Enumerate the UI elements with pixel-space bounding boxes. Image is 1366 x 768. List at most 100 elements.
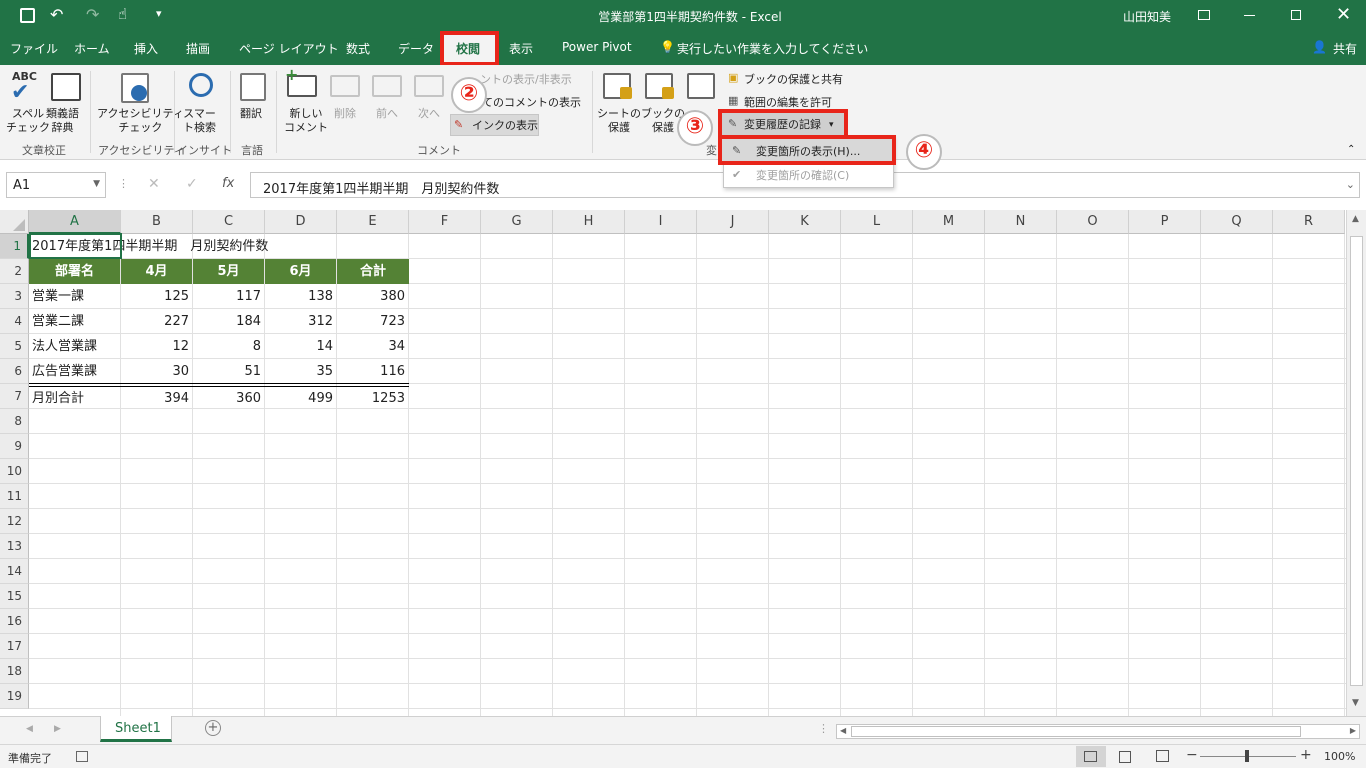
column-header-B[interactable]: B [121, 210, 193, 234]
tab-split-icon[interactable]: ⋮ [818, 722, 829, 735]
header-june[interactable]: 6月 [265, 259, 336, 284]
column-header-R[interactable]: R [1273, 210, 1345, 234]
horizontal-scroll-thumb[interactable] [851, 726, 1301, 737]
column-header-M[interactable]: M [913, 210, 985, 234]
row-header-3[interactable]: 3 [0, 284, 29, 309]
row-label-cell[interactable]: 広告営業課 [29, 359, 121, 384]
tab-home[interactable]: ホーム [74, 40, 110, 57]
prev-sheet-icon[interactable]: ◀ [26, 724, 33, 734]
share-button[interactable]: 共有 [1333, 40, 1357, 57]
value-cell[interactable]: 125 [121, 284, 193, 309]
sheet-tab[interactable]: Sheet1 [100, 716, 172, 742]
minimize-icon[interactable] [1244, 15, 1255, 16]
column-header-I[interactable]: I [625, 210, 697, 234]
translate-button[interactable]: 翻訳 [240, 107, 262, 121]
row-header-16[interactable]: 16 [0, 609, 29, 634]
value-cell[interactable]: 1253 [337, 386, 409, 411]
page-break-view-icon[interactable] [1156, 750, 1169, 762]
tab-insert[interactable]: 挿入 [134, 40, 158, 57]
column-header-N[interactable]: N [985, 210, 1057, 234]
tab-power-pivot[interactable]: Power Pivot [562, 40, 632, 54]
row-header-5[interactable]: 5 [0, 334, 29, 359]
scroll-right-icon[interactable]: ▶ [1350, 726, 1356, 735]
header-may[interactable]: 5月 [193, 259, 264, 284]
vertical-scroll-thumb[interactable] [1350, 236, 1363, 686]
row-header-11[interactable]: 11 [0, 484, 29, 509]
value-cell[interactable]: 394 [121, 386, 193, 411]
confirm-entry-icon[interactable]: ✓ [186, 176, 198, 192]
user-name[interactable]: 山田知美 [1123, 8, 1171, 25]
value-cell[interactable]: 723 [337, 309, 409, 334]
tab-formulas[interactable]: 数式 [346, 40, 370, 57]
vertical-scrollbar[interactable]: ▲ ▼ [1346, 210, 1366, 716]
row-header-12[interactable]: 12 [0, 509, 29, 534]
new-comment-button[interactable]: 新しい コメント [284, 107, 328, 135]
column-header-J[interactable]: J [697, 210, 769, 234]
insert-function-icon[interactable]: fx [222, 176, 234, 191]
row-header-1[interactable]: 1 [0, 234, 29, 259]
column-header-P[interactable]: P [1129, 210, 1201, 234]
value-cell[interactable]: 51 [193, 359, 265, 384]
toggle-comment-button[interactable]: ントの表示/非表示 [480, 73, 572, 87]
row-header-10[interactable]: 10 [0, 459, 29, 484]
value-cell[interactable]: 227 [121, 309, 193, 334]
row-header-13[interactable]: 13 [0, 534, 29, 559]
row-label-cell[interactable]: 営業二課 [29, 309, 121, 334]
row-header-6[interactable]: 6 [0, 359, 29, 384]
zoom-in-icon[interactable]: + [1300, 747, 1312, 763]
value-cell[interactable]: 30 [121, 359, 193, 384]
thesaurus-button[interactable]: 類義語 辞典 [46, 107, 79, 135]
zoom-level[interactable]: 100% [1324, 750, 1355, 763]
column-header-Q[interactable]: Q [1201, 210, 1273, 234]
scroll-down-icon[interactable]: ▼ [1352, 698, 1359, 708]
header-total[interactable]: 合計 [337, 259, 409, 284]
column-header-K[interactable]: K [769, 210, 841, 234]
prev-comment-button[interactable]: 前へ [376, 107, 398, 121]
accessibility-check-button[interactable]: アクセシビリティ チェック [97, 107, 184, 135]
page-layout-view-icon[interactable] [1119, 751, 1131, 763]
ribbon-display-icon[interactable] [1198, 10, 1210, 20]
row-label-cell[interactable]: 月別合計 [29, 386, 121, 411]
value-cell[interactable]: 34 [337, 334, 409, 359]
cancel-entry-icon[interactable]: ✕ [148, 176, 160, 192]
header-department[interactable]: 部署名 [29, 259, 120, 284]
accept-changes-item[interactable]: 変更箇所の確認(C) [756, 169, 849, 183]
value-cell[interactable]: 499 [265, 386, 337, 411]
save-icon[interactable] [20, 8, 35, 23]
column-header-F[interactable]: F [409, 210, 481, 234]
column-header-A[interactable]: A [29, 210, 121, 234]
tell-me-input[interactable]: 実行したい作業を入力してください [677, 40, 868, 57]
restore-icon[interactable] [1291, 10, 1301, 20]
horizontal-scrollbar[interactable]: ◀ ▶ [836, 724, 1360, 739]
spell-check-button[interactable]: スペル チェック [6, 107, 50, 135]
row-header-9[interactable]: 9 [0, 434, 29, 459]
value-cell[interactable]: 184 [193, 309, 265, 334]
tab-page-layout[interactable]: ページ レイアウト [239, 40, 339, 57]
collapse-ribbon-icon[interactable]: ⌃ [1347, 143, 1355, 157]
row-label-cell[interactable]: 法人営業課 [29, 334, 121, 359]
row-header-15[interactable]: 15 [0, 584, 29, 609]
tab-draw[interactable]: 描画 [186, 40, 210, 57]
row-header-17[interactable]: 17 [0, 634, 29, 659]
column-header-G[interactable]: G [481, 210, 553, 234]
row-header-19[interactable]: 19 [0, 684, 29, 709]
zoom-slider-thumb[interactable] [1245, 750, 1249, 762]
add-sheet-icon[interactable]: + [205, 720, 221, 736]
scroll-up-icon[interactable]: ▲ [1352, 214, 1359, 224]
value-cell[interactable]: 8 [193, 334, 265, 359]
value-cell[interactable]: 138 [265, 284, 337, 309]
value-cell[interactable]: 117 [193, 284, 265, 309]
column-header-H[interactable]: H [553, 210, 625, 234]
worksheet-grid[interactable]: ABCDEFGHIJKLMNOPQR 1 2 3 4 5 6 7 8 9 10 11 12 13 14 15… [0, 210, 1346, 716]
value-cell[interactable]: 14 [265, 334, 337, 359]
row-header-18[interactable]: 18 [0, 659, 29, 684]
column-header-E[interactable]: E [337, 210, 409, 234]
allow-edit-button[interactable]: 範囲の編集を許可 [744, 96, 832, 110]
value-cell[interactable]: 35 [265, 359, 337, 384]
name-box[interactable]: A1 ▼ [6, 172, 106, 198]
protect-sheet-button[interactable]: シートの 保護 [597, 107, 641, 135]
tab-data[interactable]: データ [398, 40, 434, 57]
next-sheet-icon[interactable]: ▶ [54, 724, 61, 734]
touch-mode-icon[interactable]: ☝ [118, 5, 127, 23]
customize-qat-icon[interactable]: ▾ [156, 7, 162, 20]
